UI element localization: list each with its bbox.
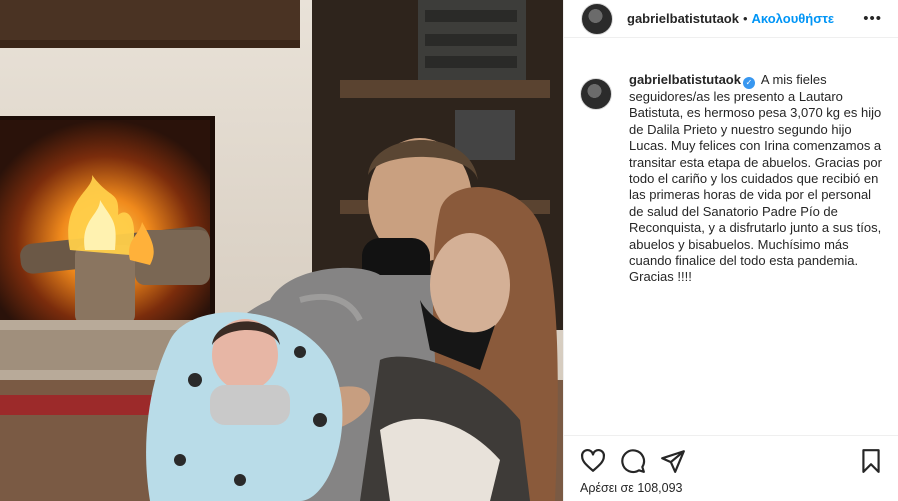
follow-button[interactable]: Ακολουθήστε [752,11,835,26]
caption-author-username[interactable]: gabrielbatistutaok [629,72,741,87]
author-username[interactable]: gabrielbatistutaok [627,11,739,26]
bookmark-icon[interactable] [858,448,884,474]
likes-count[interactable]: Αρέσει σε 108,093 [580,481,683,495]
separator-dot: • [742,11,748,26]
post-actions-bar: Αρέσει σε 108,093 [564,435,898,501]
paper-plane-icon[interactable] [660,448,686,474]
more-options-icon[interactable]: ••• [863,11,882,26]
caption-author-avatar[interactable] [580,78,612,110]
post-photo[interactable] [0,0,563,501]
post-header: gabrielbatistutaok • Ακολουθήστε ••• [564,0,898,38]
heart-icon[interactable] [580,448,606,474]
verified-badge-icon: ✓ [742,77,755,89]
photo-illustration [0,0,563,501]
caption-section: gabrielbatistutaok ✓ A mis fieles seguido… [580,72,886,286]
comment-bubble-icon[interactable] [620,448,646,474]
post-sidebar: gabrielbatistutaok • Ακολουθήστε ••• gab… [563,0,898,501]
caption-body: gabrielbatistutaok ✓ A mis fieles seguido… [629,72,883,286]
author-avatar[interactable] [581,2,613,35]
caption-text: A mis fieles seguidores/as les presento … [629,72,882,285]
